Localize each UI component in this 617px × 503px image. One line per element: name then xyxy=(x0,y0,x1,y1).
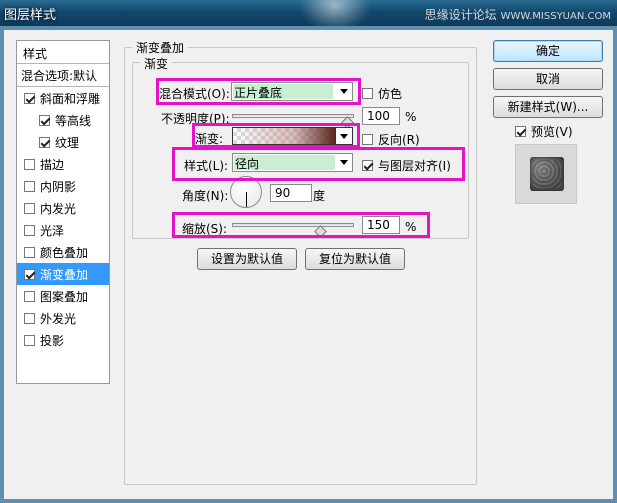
gradient-subgroup-title: 渐变 xyxy=(140,55,173,72)
glass-decoration xyxy=(300,0,370,26)
gradient-overlay-title: 渐变叠加 xyxy=(132,39,189,56)
angle-unit: 度 xyxy=(313,189,326,203)
style-list-item[interactable]: 等高线 xyxy=(17,109,109,131)
checkbox-icon[interactable] xyxy=(24,334,35,346)
style-list-item-label: 外发光 xyxy=(40,311,77,326)
style-list-item-label: 投影 xyxy=(40,333,65,348)
opacity-input[interactable]: 100 xyxy=(362,107,400,125)
window-title: 图层样式 xyxy=(4,8,57,23)
watermark: 思缘设计论坛 WWW.MISSYUAN.COM xyxy=(425,6,611,23)
style-list-item[interactable]: 图案叠加 xyxy=(17,285,109,307)
style-list-header-label: 样式 xyxy=(23,46,48,61)
opacity-unit: % xyxy=(405,110,417,124)
style-list-item[interactable]: 内发光 xyxy=(17,197,109,219)
style-list-item-label: 渐变叠加 xyxy=(40,267,89,282)
style-list-item-label: 纹理 xyxy=(55,135,80,150)
style-list-item-label: 光泽 xyxy=(40,223,65,238)
highlight-frame xyxy=(156,78,361,105)
opacity-slider[interactable] xyxy=(232,114,354,129)
make-default-button[interactable]: 设置为默认值 xyxy=(197,248,297,270)
reset-default-button[interactable]: 复位为默认值 xyxy=(305,248,405,270)
highlight-frame xyxy=(172,212,430,238)
style-list-item-label: 描边 xyxy=(40,157,65,172)
checkbox-icon[interactable] xyxy=(39,136,50,148)
style-list-item[interactable]: 斜面和浮雕 xyxy=(17,87,109,109)
preview-label: 预览(V) xyxy=(531,125,573,139)
checkbox-icon[interactable] xyxy=(24,158,35,170)
style-list-item[interactable]: 投影 xyxy=(17,329,109,351)
checkbox-icon[interactable] xyxy=(24,92,35,104)
watermark-cn: 思缘设计论坛 xyxy=(424,8,497,22)
style-list-item-label: 内阴影 xyxy=(40,179,77,194)
checkbox-icon[interactable] xyxy=(24,246,35,258)
checkbox-icon[interactable] xyxy=(39,114,50,126)
style-preview xyxy=(515,144,577,204)
style-list-item-label: 图案叠加 xyxy=(40,289,89,304)
style-list-item-label: 颜色叠加 xyxy=(40,245,89,260)
style-list-item[interactable]: 渐变叠加 xyxy=(17,263,109,285)
checkbox-icon[interactable] xyxy=(24,290,35,302)
style-list: 样式 混合选项:默认 斜面和浮雕等高线纹理描边内阴影内发光光泽颜色叠加渐变叠加图… xyxy=(16,40,110,384)
style-list-item[interactable]: 纹理 xyxy=(17,131,109,153)
style-list-item-label: 斜面和浮雕 xyxy=(40,91,101,106)
style-list-item[interactable]: 颜色叠加 xyxy=(17,241,109,263)
reverse-label: 反向(R) xyxy=(378,133,420,147)
style-list-item[interactable]: 内阴影 xyxy=(17,175,109,197)
preview-checkbox[interactable]: 预览(V) xyxy=(515,123,573,140)
new-style-button[interactable]: 新建样式(W)... xyxy=(493,96,603,118)
checkbox-icon xyxy=(362,88,373,99)
checkbox-icon[interactable] xyxy=(24,180,35,192)
checkbox-icon[interactable] xyxy=(24,268,35,280)
style-list-item-label: 等高线 xyxy=(55,113,92,128)
ok-button[interactable]: 确定 xyxy=(493,40,603,62)
blend-options-label: 混合选项:默认 xyxy=(21,68,98,83)
preview-swatch xyxy=(530,157,564,191)
checkbox-icon xyxy=(515,126,526,137)
layer-style-dialog: 样式 混合选项:默认 斜面和浮雕 等高线 纹理 描边 内阴影 内发光 光泽 颜色叠加 渐变叠加图… xyxy=(4,30,613,499)
cancel-button[interactable]: 取消 xyxy=(493,68,603,90)
checkbox-icon[interactable] xyxy=(24,312,35,324)
watermark-url: WWW.MISSYUAN.COM xyxy=(500,11,611,22)
checkbox-icon xyxy=(362,134,373,145)
highlight-frame xyxy=(192,123,360,148)
blend-options-item[interactable]: 混合选项:默认 xyxy=(17,64,109,86)
style-list-item[interactable]: 光泽 xyxy=(17,219,109,241)
window-frame: 样式 混合选项:默认 斜面和浮雕 等高线 纹理 描边 内阴影 内发光 光泽 颜色叠加 渐变叠加图… xyxy=(0,26,617,503)
style-list-header[interactable]: 样式 xyxy=(17,42,109,64)
angle-label: 角度(N): xyxy=(182,189,229,203)
checkbox-icon[interactable] xyxy=(24,202,35,214)
reverse-checkbox[interactable]: 反向(R) xyxy=(362,131,420,148)
style-list-item-label: 内发光 xyxy=(40,201,77,216)
angle-input[interactable]: 90 xyxy=(270,184,312,202)
dither-label: 仿色 xyxy=(378,87,403,101)
dither-checkbox[interactable]: 仿色 xyxy=(362,85,402,102)
style-list-item[interactable]: 外发光 xyxy=(17,307,109,329)
title-bar: 图层样式 思缘设计论坛 WWW.MISSYUAN.COM xyxy=(0,0,617,26)
checkbox-icon[interactable] xyxy=(24,224,35,236)
highlight-frame xyxy=(172,147,465,181)
style-list-item[interactable]: 描边 xyxy=(17,153,109,175)
